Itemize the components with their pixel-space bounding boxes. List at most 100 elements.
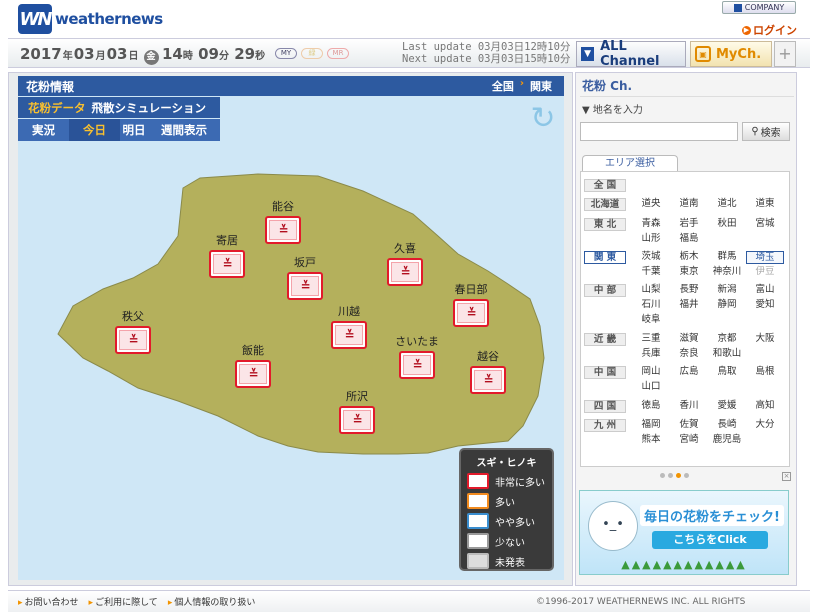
tab-tomorrow[interactable]: 明日 <box>120 119 148 141</box>
prefecture-link[interactable]: 京都 <box>708 333 746 346</box>
pager-dot[interactable] <box>668 473 673 478</box>
region-label[interactable]: 九 州 <box>584 419 626 432</box>
prefecture-link[interactable]: 東京 <box>670 266 708 279</box>
city-marker[interactable]: 久喜 ≚ <box>380 240 430 286</box>
prefecture-link[interactable]: 高知 <box>746 400 784 413</box>
login-link[interactable]: ▶ ログイン <box>742 22 797 38</box>
prefecture-link[interactable]: 岩手 <box>670 218 708 231</box>
tab-mych[interactable]: ▣ MyCh. <box>690 41 772 67</box>
prefecture-link[interactable]: 鳥取 <box>708 366 746 379</box>
city-marker[interactable]: 寄居 ≚ <box>202 232 252 278</box>
prefecture-link[interactable]: 兵庫 <box>632 348 670 361</box>
footer-link-contact[interactable]: お問い合わせ <box>18 595 79 608</box>
city-marker[interactable]: 越谷 ≚ <box>463 348 513 394</box>
company-button[interactable]: COMPANY <box>722 1 796 14</box>
region-label[interactable]: 中 部 <box>584 284 626 297</box>
prefecture-link[interactable]: 愛知 <box>746 299 784 312</box>
prefecture-link[interactable]: 道央 <box>632 198 670 211</box>
city-marker[interactable]: 川越 ≚ <box>324 303 374 349</box>
pager-dot[interactable] <box>684 473 689 478</box>
address-search-input[interactable] <box>580 122 738 141</box>
prefecture-link[interactable]: 熊本 <box>632 434 670 447</box>
prefecture-link[interactable]: 山形 <box>632 233 670 246</box>
prefecture-link[interactable]: 香川 <box>670 400 708 413</box>
prefecture-link[interactable]: 千葉 <box>632 266 670 279</box>
prefecture-link[interactable]: 秋田 <box>708 218 746 231</box>
footer-link-privacy[interactable]: 個人情報の取り扱い <box>168 595 255 608</box>
region-label[interactable]: 関 東 <box>584 251 626 264</box>
breadcrumb-all[interactable]: 全国 <box>492 78 514 94</box>
tab-weekly[interactable]: 週間表示 <box>148 119 220 141</box>
region-label[interactable]: 中 国 <box>584 366 626 379</box>
city-marker[interactable]: 飯能 ≚ <box>228 342 278 388</box>
city-marker[interactable]: 春日部 ≚ <box>446 281 496 327</box>
status-pill[interactable]: MR <box>327 48 349 59</box>
close-icon[interactable]: × <box>782 472 791 481</box>
prefecture-link[interactable]: 石川 <box>632 299 670 312</box>
menu-simulation[interactable]: 飛散シミュレーション <box>92 100 207 116</box>
logo[interactable]: WN weathernews <box>18 2 163 36</box>
tab-today[interactable]: 今日 <box>69 119 120 141</box>
city-marker[interactable]: 所沢 ≚ <box>332 388 382 434</box>
prefecture-link[interactable]: 富山 <box>746 284 784 297</box>
region-label[interactable]: 全 国 <box>584 179 626 192</box>
prefecture-link[interactable]: 宮城 <box>746 218 784 231</box>
prefecture-link[interactable]: 道南 <box>670 198 708 211</box>
prefecture-link[interactable]: 茨城 <box>632 251 670 264</box>
add-tab-button[interactable]: + <box>774 41 796 67</box>
search-button[interactable]: ⚲ 検索 <box>742 122 790 141</box>
prefecture-link[interactable]: 山梨 <box>632 284 670 297</box>
prefecture-link[interactable]: 島根 <box>746 366 784 379</box>
prefecture-link[interactable]: 奈良 <box>670 348 708 361</box>
prefecture-link[interactable]: 三重 <box>632 333 670 346</box>
prefecture-link[interactable]: 宮崎 <box>670 434 708 447</box>
prefecture-link[interactable]: 滋賀 <box>670 333 708 346</box>
status-pill[interactable]: MY <box>275 48 297 59</box>
region-label[interactable]: 北海道 <box>584 198 626 211</box>
prefecture-link[interactable]: 新潟 <box>708 284 746 297</box>
prefecture-link[interactable]: 大阪 <box>746 333 784 346</box>
prefecture-link[interactable]: 愛媛 <box>708 400 746 413</box>
menu-pollen-data[interactable]: 花粉データ <box>28 100 86 116</box>
prefecture-link[interactable]: 鹿児島 <box>708 434 746 447</box>
prefecture-link[interactable]: 長野 <box>670 284 708 297</box>
prefecture-link[interactable]: 山口 <box>632 381 670 394</box>
prefecture-link[interactable]: 岡山 <box>632 366 670 379</box>
tab-all-channel[interactable]: ▼ ALL Channel <box>576 39 686 69</box>
prefecture-link[interactable]: 大分 <box>746 419 784 432</box>
prefecture-link[interactable]: 福岡 <box>632 419 670 432</box>
prefecture-link[interactable]: 福井 <box>670 299 708 312</box>
city-marker[interactable]: 能谷 ≚ <box>258 198 308 244</box>
city-marker[interactable]: 秩父 ≚ <box>108 308 158 354</box>
prefecture-link[interactable]: 佐賀 <box>670 419 708 432</box>
pager-dot-active[interactable] <box>676 473 681 478</box>
region-label[interactable]: 四 国 <box>584 400 626 413</box>
footer-link-terms[interactable]: ご利用に際して <box>89 595 158 608</box>
prefecture-link[interactable]: 神奈川 <box>708 266 746 279</box>
prefecture-link[interactable]: 伊豆 <box>746 266 784 279</box>
region-label[interactable]: 近 畿 <box>584 333 626 346</box>
prefecture-link[interactable]: 静岡 <box>708 299 746 312</box>
tab-actual[interactable]: 実況 <box>18 119 69 141</box>
region-label[interactable]: 東 北 <box>584 218 626 231</box>
city-marker[interactable]: 坂戸 ≚ <box>280 254 330 300</box>
prefecture-link[interactable]: 栃木 <box>670 251 708 264</box>
prefecture-link[interactable]: 広島 <box>670 366 708 379</box>
prefecture-link[interactable]: 道北 <box>708 198 746 211</box>
pager-dot[interactable] <box>660 473 665 478</box>
prefecture-link[interactable]: 福島 <box>670 233 708 246</box>
refresh-icon[interactable]: ↻ <box>527 104 559 134</box>
prefecture-link[interactable]: 群馬 <box>708 251 746 264</box>
pollen-check-banner[interactable]: •_• 毎日の花粉をチェック! こちらをClick ▲▲▲▲▲▲▲▲▲▲▲▲ <box>579 490 789 575</box>
prefecture-link[interactable]: 徳島 <box>632 400 670 413</box>
area-select-tab[interactable]: エリア選択 <box>582 155 678 172</box>
prefecture-link[interactable]: 和歌山 <box>708 348 746 361</box>
prefecture-link[interactable]: 埼玉 <box>746 251 784 264</box>
prefecture-link[interactable]: 道東 <box>746 198 784 211</box>
prefecture-link[interactable]: 長崎 <box>708 419 746 432</box>
prefecture-link[interactable]: 青森 <box>632 218 670 231</box>
prefecture-link[interactable]: 岐阜 <box>632 314 670 327</box>
status-pill[interactable]: 緑 <box>301 48 323 59</box>
city-marker[interactable]: さいたま ≚ <box>392 333 442 379</box>
breadcrumb-region[interactable]: 関東 <box>530 78 552 94</box>
